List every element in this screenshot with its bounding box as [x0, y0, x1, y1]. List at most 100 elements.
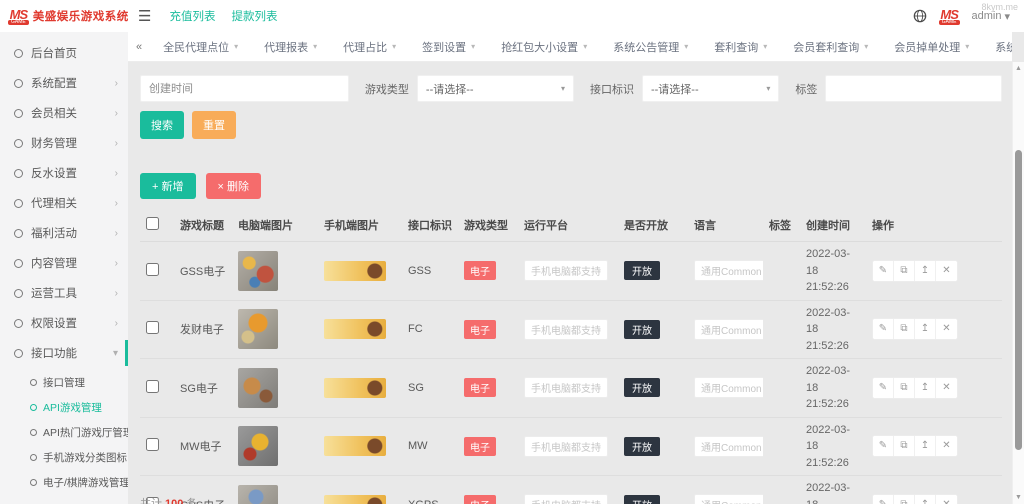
create-time-input[interactable] — [140, 75, 349, 102]
vertical-scrollbar[interactable]: ▲ ▼ — [1012, 62, 1024, 504]
edit-icon[interactable]: ✎ — [873, 494, 894, 504]
delete-row-icon[interactable]: ✕ — [936, 319, 957, 340]
sidebar-item-finance[interactable]: 财务管理 › — [0, 128, 128, 158]
scroll-down-icon[interactable]: ▼ — [1013, 494, 1024, 501]
chevron-down-icon: ▾ — [392, 42, 397, 51]
main-content: 游戏类型 --请选择-- ▾ 接口标识 --请选择-- ▾ 标签 搜索 重置 +… — [128, 62, 1012, 504]
sidebar-item-electronic-chess-games[interactable]: 电子/棋牌游戏管理 — [0, 470, 128, 495]
created-time: 21:52:26 — [806, 456, 849, 469]
move-top-icon[interactable]: ↥ — [915, 494, 936, 504]
pc-image — [238, 484, 278, 504]
sidebar-item-system-config[interactable]: 系统配置 › — [0, 68, 128, 98]
row-actions: ✎⧉↥✕ — [872, 493, 958, 504]
pc-image — [238, 309, 278, 350]
chevron-right-icon: › — [114, 317, 118, 329]
move-top-icon[interactable]: ↥ — [915, 436, 936, 457]
nav-withdraw-list[interactable]: 提款列表 — [231, 8, 277, 24]
tab-arbitrage-query[interactable]: 套利查询 ▾ — [701, 32, 780, 61]
edit-icon[interactable]: ✎ — [873, 260, 894, 281]
sidebar-item-interface-management[interactable]: 接口管理 — [0, 370, 128, 395]
sidebar-item-operation-tools[interactable]: 运营工具 › — [0, 278, 128, 308]
circle-icon — [30, 429, 37, 436]
copy-icon[interactable]: ⧉ — [894, 494, 915, 504]
add-button[interactable]: + 新增 — [140, 173, 196, 199]
move-top-icon[interactable]: ↥ — [915, 377, 936, 398]
open-status-badge: 开放 — [624, 495, 660, 504]
edit-icon[interactable]: ✎ — [873, 319, 894, 340]
row-checkbox[interactable] — [146, 321, 159, 335]
row-checkbox[interactable] — [146, 438, 159, 452]
sidebar-item-interface[interactable]: 接口功能 ▾ — [0, 338, 128, 368]
delete-row-icon[interactable]: ✕ — [936, 377, 957, 398]
delete-row-icon[interactable]: ✕ — [936, 436, 957, 457]
tab-checkin-settings[interactable]: 签到设置 ▾ — [409, 32, 488, 61]
scroll-up-icon[interactable]: ▲ — [1013, 65, 1024, 72]
language-badge: 通用Common — [694, 435, 763, 457]
tab-redpacket-size[interactable]: 抢红包大小设置 ▾ — [488, 32, 600, 61]
tab-member-arbitrage-query[interactable]: 会员套利查询 ▾ — [780, 32, 881, 61]
copy-icon[interactable]: ⧉ — [894, 436, 915, 457]
sidebar-item-api-game-management[interactable]: API游戏管理 — [0, 395, 128, 420]
sidebar-item-content[interactable]: 内容管理 › — [0, 248, 128, 278]
tab-data-cleanup[interactable]: 系统数据清理▾ — [982, 32, 1012, 61]
nav-recharge-list[interactable]: 充值列表 — [169, 8, 215, 24]
tabs-scroll-left-icon[interactable]: « — [128, 32, 150, 61]
hamburger-icon[interactable]: ☰ — [138, 7, 151, 25]
top-header: MS GAME 美盛娱乐游戏系统 ☰ 充值列表 提款列表 MS GAME adm… — [0, 0, 1024, 32]
circle-icon — [14, 258, 23, 268]
language-icon[interactable] — [913, 9, 927, 23]
language-badge: 通用Common — [694, 318, 763, 340]
move-top-icon[interactable]: ↥ — [915, 319, 936, 340]
interface-code-select[interactable]: --请选择-- ▾ — [641, 75, 780, 102]
select-all-checkbox[interactable] — [146, 217, 159, 230]
tag-input[interactable] — [825, 75, 1003, 102]
edit-icon[interactable]: ✎ — [873, 436, 894, 457]
circle-icon — [14, 108, 23, 118]
table-row: GSS电子 GSS 电子 手机电脑都支持 开放 通用Common 2022-03… — [140, 241, 1002, 301]
sidebar-item-member[interactable]: 会员相关 › — [0, 98, 128, 128]
sidebar-item-mobile-game-icons[interactable]: 手机游戏分类图标 — [0, 445, 128, 470]
row-actions: ✎⧉↥✕ — [872, 318, 958, 341]
tab-member-order-handling[interactable]: 会员掉单处理 ▾ — [881, 32, 982, 61]
tab-agent-ratio[interactable]: 代理占比 ▾ — [330, 32, 409, 61]
row-checkbox[interactable] — [146, 262, 159, 276]
table-row: MW电子 MW 电子 手机电脑都支持 开放 通用Common 2022-03-1… — [140, 417, 1002, 476]
tab-announcement[interactable]: 系统公告管理 ▾ — [600, 32, 701, 61]
delete-row-icon[interactable]: ✕ — [936, 494, 957, 504]
open-status-badge: 开放 — [624, 436, 660, 456]
sidebar-item-dashboard[interactable]: 后台首页 — [0, 38, 128, 68]
delete-row-icon[interactable]: ✕ — [936, 260, 957, 281]
mobile-image — [324, 319, 386, 340]
interface-code: SG — [402, 358, 458, 418]
edit-icon[interactable]: ✎ — [873, 377, 894, 398]
game-type-select[interactable]: --请选择-- ▾ — [416, 75, 574, 102]
reset-button[interactable]: 重置 — [192, 111, 236, 139]
sidebar-item-welfare[interactable]: 福利活动 › — [0, 218, 128, 248]
scrollbar-thumb[interactable] — [1015, 150, 1022, 450]
copy-icon[interactable]: ⧉ — [894, 377, 915, 398]
tag-cell — [763, 241, 800, 301]
sidebar-item-permission[interactable]: 权限设置 › — [0, 308, 128, 338]
delete-button[interactable]: × 删除 — [205, 173, 261, 199]
language-badge: 通用Common — [694, 494, 763, 504]
chevron-down-icon: ▾ — [471, 42, 476, 51]
ms-logo-icon: MS GAME — [8, 6, 29, 25]
move-top-icon[interactable]: ↥ — [915, 260, 936, 281]
copy-icon[interactable]: ⧉ — [894, 260, 915, 281]
copy-icon[interactable]: ⧉ — [894, 319, 915, 340]
sidebar-item-agent[interactable]: 代理相关 › — [0, 188, 128, 218]
interface-code-label: 接口标识 — [589, 83, 634, 96]
sidebar-item-log[interactable]: 日志管理 › — [0, 497, 128, 504]
search-button[interactable]: 搜索 — [140, 111, 184, 139]
row-checkbox[interactable] — [146, 379, 159, 393]
sidebar-item-rebate[interactable]: 反水设置 › — [0, 158, 128, 188]
mobile-image — [324, 260, 386, 281]
tab-agent-points[interactable]: 全民代理点位 ▾ — [150, 32, 251, 61]
platform-badge: 手机电脑都支持 — [524, 318, 608, 340]
table-row: GPS电子 XGPS 电子 手机电脑都支持 开放 通用Common 2022-0… — [140, 475, 1002, 504]
tab-agent-report[interactable]: 代理报表 ▾ — [251, 32, 330, 61]
circle-icon — [14, 198, 23, 208]
tag-cell — [763, 300, 800, 359]
circle-icon — [30, 404, 37, 411]
sidebar-item-api-hot-hall[interactable]: API热门游戏厅管理 — [0, 420, 128, 445]
